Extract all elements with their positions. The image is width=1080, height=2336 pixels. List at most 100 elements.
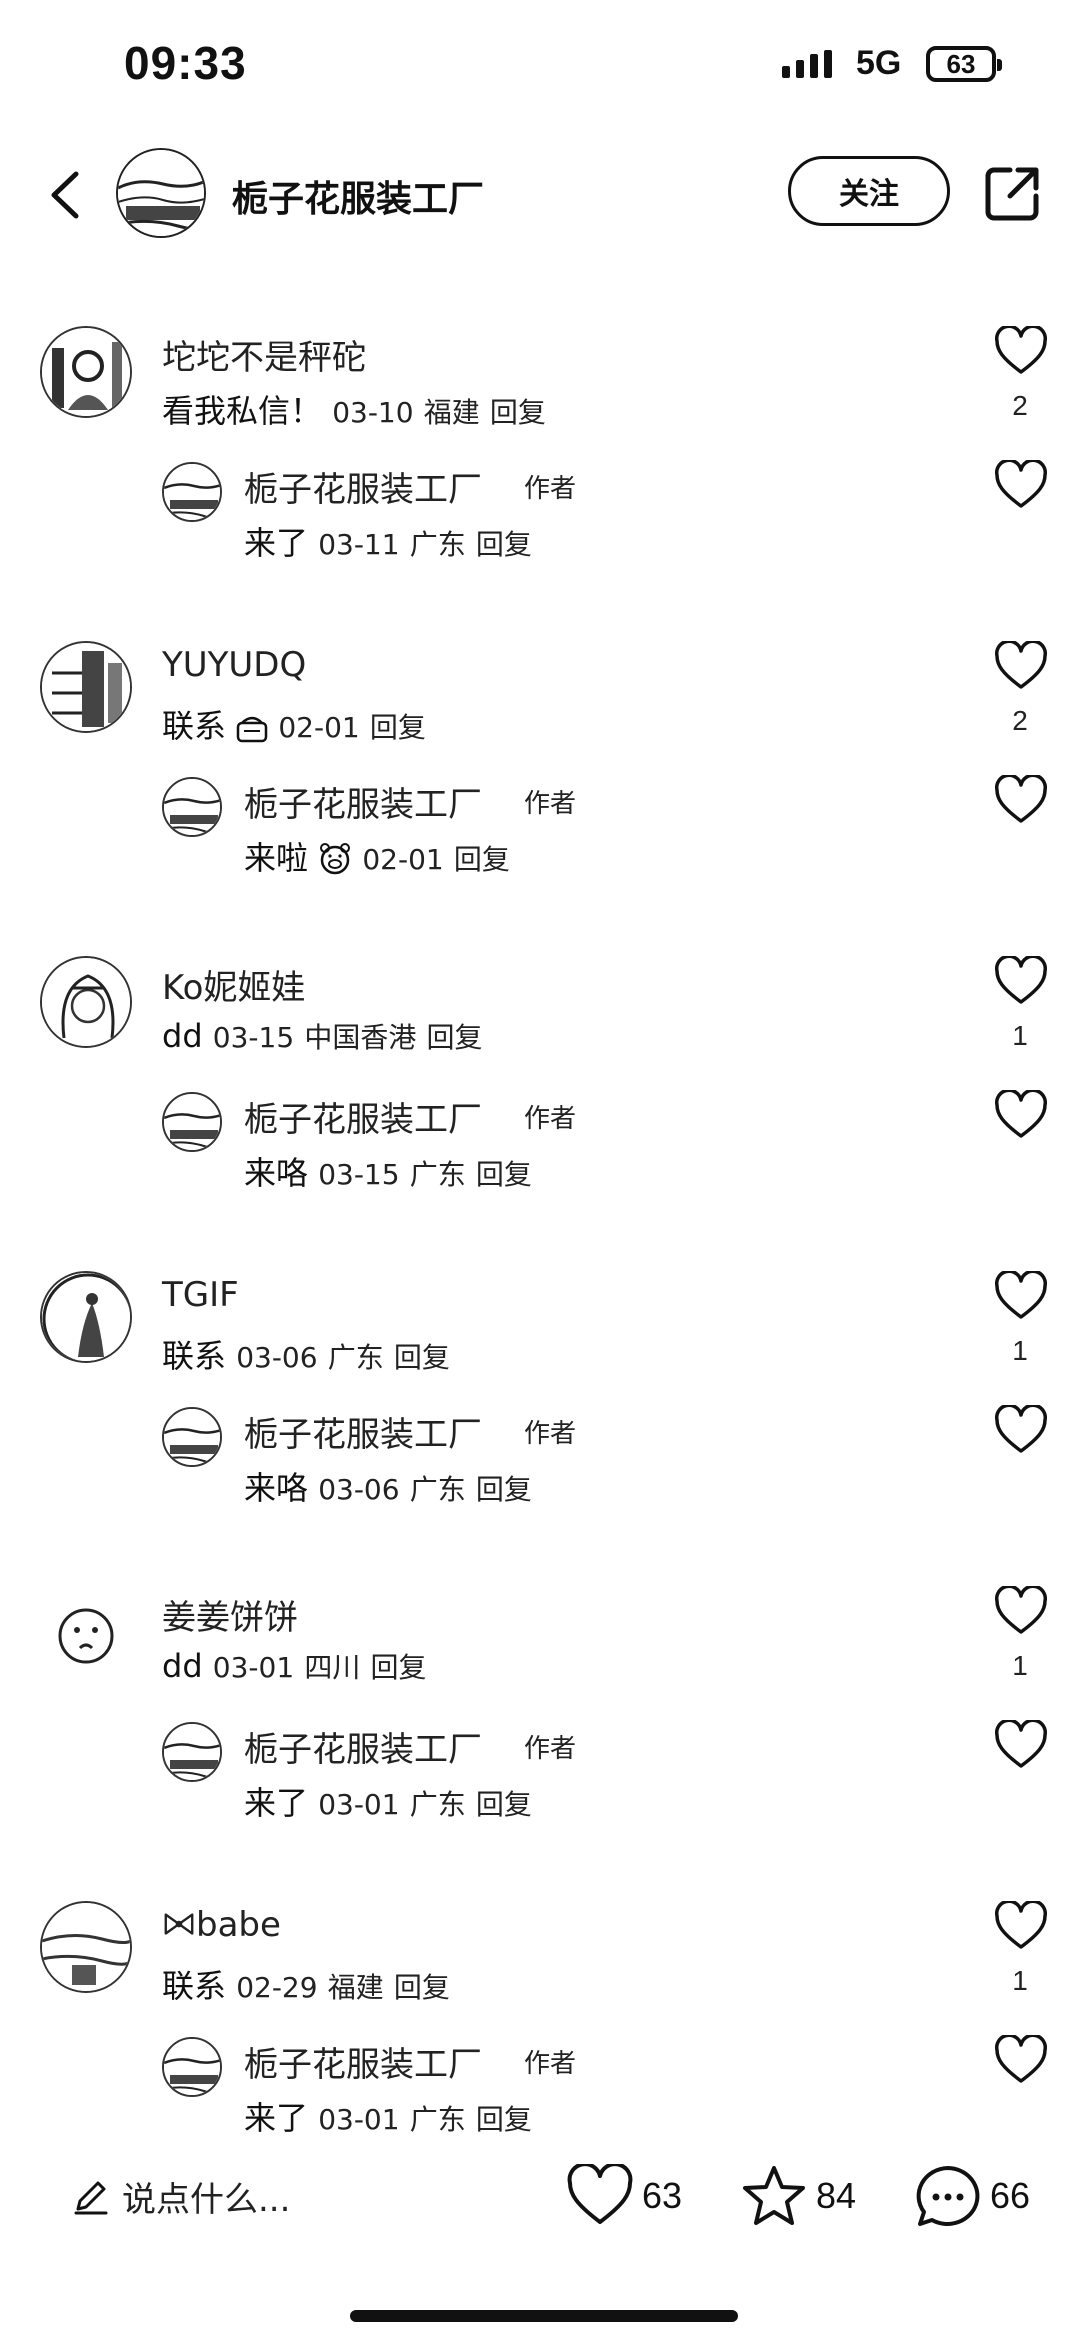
user-avatar[interactable]	[40, 1586, 132, 1678]
reply-item[interactable]: 栀子花服装工厂 作者 来咯 03-06 广东 回复	[0, 1393, 1080, 1513]
author-badge: 作者	[524, 474, 577, 504]
reply-location: 广东	[409, 528, 466, 561]
reply-avatar[interactable]	[162, 1407, 222, 1467]
reply-link[interactable]: 回复	[370, 711, 426, 744]
reply-text: 来咯	[244, 1154, 309, 1192]
factory-avatar-icon	[118, 150, 204, 236]
reply-text: 来啦	[244, 839, 309, 877]
reply-date: 03-06	[318, 1473, 400, 1506]
reply-link[interactable]: 回复	[476, 528, 532, 561]
reply-link[interactable]: 回复	[371, 1651, 427, 1684]
comment-input[interactable]: 说点什么...	[70, 2172, 290, 2221]
heart-icon[interactable]	[994, 1271, 1048, 1321]
user-avatar[interactable]	[40, 641, 132, 733]
reply-avatar[interactable]	[162, 777, 222, 837]
bottom-action-bar: 说点什么... 63 84 66	[0, 2150, 1080, 2250]
reply-avatar[interactable]	[162, 1722, 222, 1782]
reply-item[interactable]: 栀子花服装工厂 作者 来咯 03-15 广东 回复	[0, 1078, 1080, 1198]
user-avatar[interactable]	[40, 326, 132, 418]
heart-icon[interactable]	[994, 1586, 1048, 1636]
comment-username[interactable]: babe	[162, 1905, 281, 1945]
reply-item[interactable]: 栀子花服装工厂 作者 来了 03-01 广东 回复	[0, 1708, 1080, 1828]
reply-link[interactable]: 回复	[476, 2103, 532, 2136]
reply-username[interactable]: 栀子花服装工厂	[244, 2037, 482, 2086]
comment-username[interactable]: TGIF	[162, 1275, 239, 1315]
comment-date: 03-06	[236, 1341, 318, 1374]
comment-text-line: 看我私信！ 03-10 福建 回复	[162, 386, 546, 432]
comment-item[interactable]: 坨坨不是秤砣 看我私信！ 03-10 福建 回复 2	[0, 310, 1080, 440]
comment-date: 03-01	[212, 1651, 295, 1684]
reply-location: 广东	[409, 2103, 466, 2136]
reply-avatar[interactable]	[162, 462, 222, 522]
reply-link[interactable]: 回复	[454, 843, 510, 876]
heart-icon[interactable]	[994, 1720, 1048, 1770]
like-count: 1	[1012, 1965, 1028, 1996]
author-name[interactable]: 栀子花服装工厂	[232, 170, 484, 222]
heart-icon[interactable]	[994, 775, 1048, 825]
heart-icon[interactable]	[994, 641, 1048, 691]
like-button[interactable]: 63	[566, 2164, 682, 2228]
comment-placeholder: 说点什么...	[122, 2180, 291, 2220]
heart-icon[interactable]	[994, 326, 1048, 376]
heart-icon[interactable]	[994, 2035, 1048, 2085]
reply-link[interactable]: 回复	[394, 1971, 450, 2004]
comment-item[interactable]: TGIF 联系 03-06 广东 回复 1	[0, 1255, 1080, 1385]
author-badge: 作者	[524, 1419, 577, 1449]
reply-link[interactable]: 回复	[427, 1021, 483, 1054]
reply-username[interactable]: 栀子花服装工厂	[244, 777, 482, 826]
heart-icon[interactable]	[994, 1901, 1048, 1951]
author-badge: 作者	[524, 2049, 577, 2079]
reply-avatar[interactable]	[162, 1092, 222, 1152]
user-avatar[interactable]	[40, 956, 132, 1048]
heart-icon[interactable]	[994, 460, 1048, 510]
favorite-button[interactable]: 84	[740, 2164, 856, 2228]
author-avatar[interactable]	[116, 148, 206, 238]
comment-username[interactable]: YUYUDQ	[162, 645, 306, 685]
reply-link[interactable]: 回复	[476, 1473, 532, 1506]
signal-icon	[782, 50, 832, 78]
share-out-icon[interactable]	[984, 164, 1042, 222]
reply-username[interactable]: 栀子花服装工厂	[244, 1092, 482, 1141]
comment-thread: 姜姜饼饼 dd 03-01 四川 回复 1 栀子花服装工厂 作者 来了 03-0…	[0, 1570, 1080, 1885]
comment-username-text: babe	[196, 1905, 281, 1945]
comment-date: 02-29	[236, 1971, 318, 2004]
comment-text-line: 联系 02-01 回复	[162, 701, 426, 747]
home-indicator[interactable]	[350, 2310, 738, 2322]
comment-text: 看我私信！	[162, 392, 323, 430]
reply-item[interactable]: 栀子花服装工厂 作者 来了 03-01 广东 回复	[0, 2023, 1080, 2143]
heart-icon[interactable]	[994, 956, 1048, 1006]
comment-username[interactable]: 坨坨不是秤砣	[162, 330, 366, 379]
chevron-left-icon[interactable]	[38, 160, 98, 230]
comment-button[interactable]: 66	[914, 2164, 1030, 2228]
author-badge: 作者	[524, 789, 577, 819]
reply-username[interactable]: 栀子花服装工厂	[244, 1407, 482, 1456]
reply-link[interactable]: 回复	[476, 1788, 532, 1821]
comment-text: 联系	[162, 1337, 227, 1375]
heart-icon[interactable]	[994, 1090, 1048, 1140]
reply-username[interactable]: 栀子花服装工厂	[244, 1722, 482, 1771]
user-avatar[interactable]	[40, 1901, 132, 1993]
comment-text-line: 联系 03-06 广东 回复	[162, 1331, 450, 1377]
confused-face-icon	[40, 1586, 132, 1678]
comment-item[interactable]: babe 联系 02-29 福建 回复 1	[0, 1885, 1080, 2015]
comment-item[interactable]: YUYUDQ 联系 02-01 回复 2	[0, 625, 1080, 755]
user-avatar[interactable]	[40, 1271, 132, 1363]
follow-button[interactable]: 关注	[788, 156, 950, 226]
heart-icon[interactable]	[994, 1405, 1048, 1455]
reply-avatar[interactable]	[162, 2037, 222, 2097]
reply-link[interactable]: 回复	[394, 1341, 450, 1374]
status-time: 09:33	[124, 37, 247, 89]
reply-username[interactable]: 栀子花服装工厂	[244, 462, 482, 511]
reply-item[interactable]: 栀子花服装工厂 作者 来了 03-11 广东 回复	[0, 448, 1080, 568]
comment-username[interactable]: Ko妮姬娃	[162, 960, 305, 1009]
comment-item[interactable]: Ko妮姬娃 dd 03-15 中国香港 回复 1	[0, 940, 1080, 1070]
comment-text-line: 联系 02-29 福建 回复	[162, 1961, 450, 2007]
like-count: 1	[1012, 1650, 1028, 1681]
comment-item[interactable]: 姜姜饼饼 dd 03-01 四川 回复 1	[0, 1570, 1080, 1700]
comment-text: 联系	[162, 1967, 227, 2005]
reply-item[interactable]: 栀子花服装工厂 作者 来啦 02-01 回复	[0, 763, 1080, 883]
reply-link[interactable]: 回复	[476, 1158, 532, 1191]
comment-username[interactable]: 姜姜饼饼	[162, 1590, 298, 1639]
reply-link[interactable]: 回复	[490, 396, 546, 429]
pig-face-emoji-icon	[320, 843, 351, 875]
